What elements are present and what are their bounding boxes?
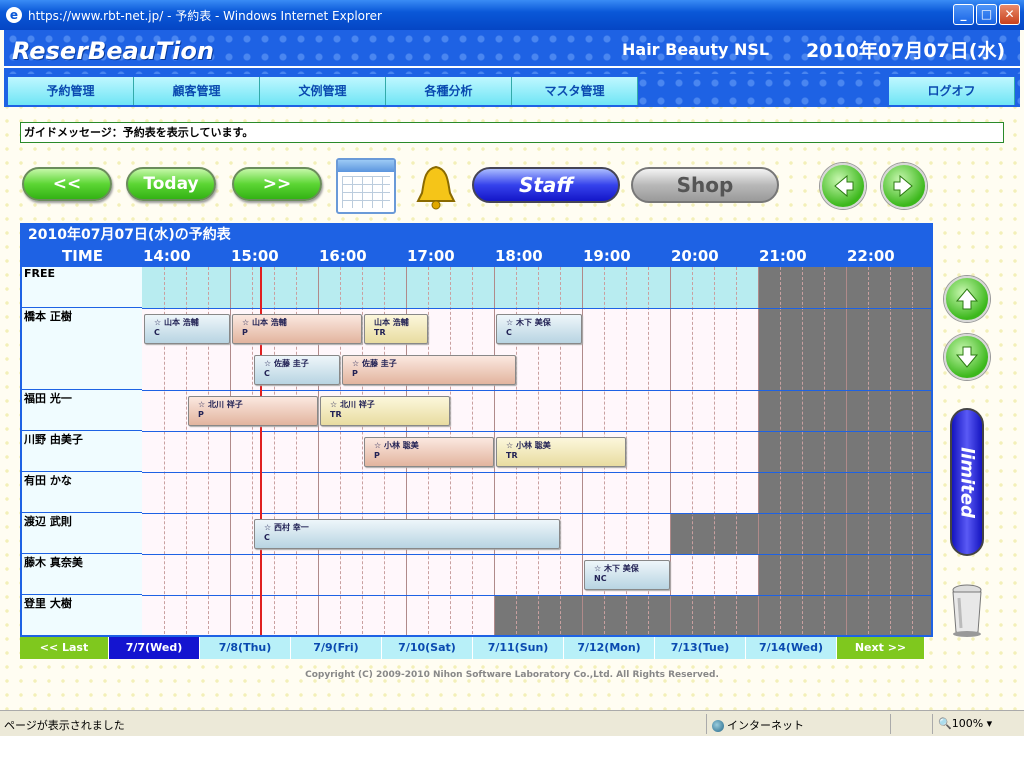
ie-icon: e [6,7,22,23]
guide-message: ガイドメッセージ：予約表を表示しています。 [20,122,1004,143]
hour-label: 20:00 [671,247,719,265]
booking-block[interactable]: ☆ 木下 美保 NC [584,560,670,590]
booking-block[interactable]: ☆ 佐藤 圭子 P [342,355,516,385]
security-zone: インターネット [712,717,804,733]
forward-arrow-button[interactable] [881,163,927,209]
prev-button[interactable]: << [22,167,112,201]
closed-hours [758,267,931,635]
nav-master[interactable]: マスタ管理 [512,77,638,105]
booking-block[interactable]: ☆ 山本 浩輔 C [144,314,230,344]
status-text: ページが表示されました [4,719,125,732]
scroll-up-button[interactable] [944,276,990,322]
staff-row[interactable]: 登里 大樹 [22,595,142,635]
last-week-button[interactable]: << Last [20,637,109,659]
minimize-button[interactable]: _ [953,4,974,25]
nav-template[interactable]: 文例管理 [260,77,386,105]
day-tab[interactable]: 7/8(Thu) [200,637,291,659]
booking-block[interactable]: ☆ 北川 祥子 TR [320,396,450,426]
header-divider [4,66,1020,68]
today-button[interactable]: Today [126,167,216,201]
scroll-down-button[interactable] [944,334,990,380]
globe-icon [712,720,724,732]
schedule-title: 2010年07月07日(水)の予約表 [22,225,931,245]
hour-label: 19:00 [583,247,631,265]
page: ReserBeauTion Hair Beauty NSL 2010年07月07… [0,30,1024,710]
day-tab[interactable]: 7/10(Sat) [382,637,473,659]
bell-icon[interactable] [414,163,458,211]
booking-block[interactable]: 山本 浩輔 TR [364,314,428,344]
booking-block[interactable]: ☆ 北川 祥子 P [188,396,318,426]
day-tab[interactable]: 7/11(Sun) [473,637,564,659]
logout-button[interactable]: ログオフ [889,77,1015,105]
day-tab[interactable]: 7/7(Wed) [109,637,200,659]
staff-row[interactable]: 渡辺 武則 [22,513,142,554]
nav-customer[interactable]: 顧客管理 [134,77,260,105]
nav-reservation[interactable]: 予約管理 [8,77,134,105]
booking-block[interactable]: ☆ 山本 浩輔 P [232,314,362,344]
day-tab[interactable]: 7/13(Tue) [655,637,746,659]
trash-icon[interactable] [946,582,988,638]
time-label: TIME [62,247,103,265]
staff-row[interactable]: 福田 光一 [22,390,142,431]
window-title: https://www.rbt-net.jp/ - 予約表 - Windows … [28,8,382,23]
time-header: TIME 14:00 15:00 16:00 17:00 18:00 19:00… [22,245,931,267]
hour-label: 21:00 [759,247,807,265]
day-tab[interactable]: 7/12(Mon) [564,637,655,659]
schedule-table: 2010年07月07日(水)の予約表 TIME 14:00 15:00 16:0… [20,223,933,637]
booking-block[interactable]: ☆ 西村 幸一 C [254,519,560,549]
schedule-grid[interactable]: ☆ 山本 浩輔 C ☆ 山本 浩輔 P 山本 浩輔 TR ☆ 木下 美保 C ☆ 佐藤 … [142,267,931,635]
maximize-button[interactable]: □ [976,4,997,25]
hour-label: 18:00 [495,247,543,265]
limited-button[interactable]: limited [950,408,984,556]
calendar-icon[interactable] [336,158,396,214]
back-arrow-button[interactable] [820,163,866,209]
booking-block[interactable]: ☆ 佐藤 圭子 C [254,355,340,385]
window-titlebar: e https://www.rbt-net.jp/ - 予約表 - Window… [0,0,1024,30]
status-bar: ページが表示されました インターネット 🔍100% ▾ [0,710,1024,736]
copyright: Copyright (C) 2009-2010 Nihon Software L… [305,670,719,680]
main-nav: 予約管理 顧客管理 文例管理 各種分析 マスタ管理 ログオフ [4,74,1020,107]
zoom-level[interactable]: 🔍100% ▾ [938,717,992,730]
next-week-button[interactable]: Next >> [837,637,925,659]
booking-block[interactable]: ☆ 小林 聡美 P [364,437,494,467]
header-date: 2010年07月07日(水) [806,40,1006,62]
day-tab[interactable]: 7/14(Wed) [746,637,837,659]
hour-label: 15:00 [231,247,279,265]
day-tabs: << Last 7/7(Wed) 7/8(Thu) 7/9(Fri) 7/10(… [20,637,933,659]
booking-block[interactable]: ☆ 小林 聡美 TR [496,437,626,467]
shop-button[interactable]: Shop [631,167,779,203]
app-logo: ReserBeauTion [12,37,214,65]
staff-row[interactable]: 橋本 正樹 [22,308,142,390]
staff-button[interactable]: Staff [472,167,620,203]
nav-analysis[interactable]: 各種分析 [386,77,512,105]
close-button[interactable]: ✕ [999,4,1020,25]
hour-label: 17:00 [407,247,455,265]
hour-label: 14:00 [143,247,191,265]
staff-row[interactable]: 藤木 真奈美 [22,554,142,595]
staff-row[interactable]: 川野 由美子 [22,431,142,472]
row-free: FREE [22,267,142,308]
day-tab[interactable]: 7/9(Fri) [291,637,382,659]
hour-label: 22:00 [847,247,895,265]
shop-name: Hair Beauty NSL [622,40,770,59]
hour-label: 16:00 [319,247,367,265]
next-button[interactable]: >> [232,167,322,201]
booking-block[interactable]: ☆ 木下 美保 C [496,314,582,344]
staff-row[interactable]: 有田 かな [22,472,142,513]
